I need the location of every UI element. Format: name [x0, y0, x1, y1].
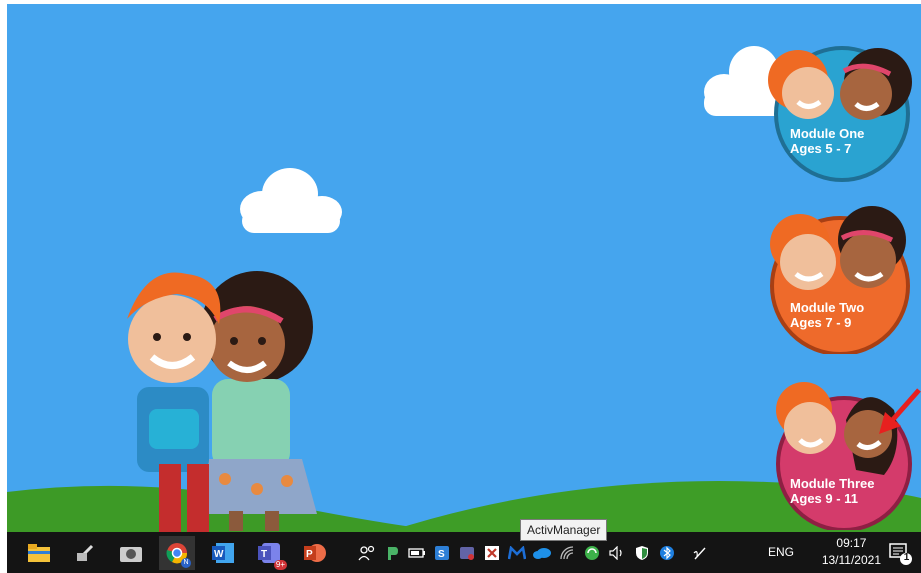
clock-date: 13/11/2021	[821, 553, 881, 567]
security-icon[interactable]	[632, 543, 651, 563]
camera-icon[interactable]	[113, 536, 149, 570]
close-tray-icon[interactable]	[482, 543, 501, 563]
red-arrow-icon	[879, 388, 921, 434]
malwarebytes-icon[interactable]	[507, 543, 526, 563]
green-sync-icon[interactable]	[582, 543, 601, 563]
file-explorer-icon[interactable]	[21, 536, 57, 570]
notification-count: 1	[903, 552, 910, 563]
bluetooth-icon[interactable]	[657, 543, 676, 563]
svg-text:W: W	[214, 549, 224, 560]
module-one-button[interactable]: Module One Ages 5 - 7	[764, 38, 914, 184]
people-icon[interactable]	[357, 543, 376, 563]
notification-center-button[interactable]: 1	[887, 540, 913, 566]
activmanager-tooltip: ActivManager	[520, 519, 608, 541]
volume-icon[interactable]	[607, 543, 626, 563]
teams-icon[interactable]: T 9+	[251, 536, 287, 570]
module-one-art	[768, 46, 912, 182]
taskbar: N W T 9+ P S ENG 09:17 13/11/2021 1	[7, 532, 921, 573]
svg-text:P: P	[306, 549, 313, 560]
pen-icon[interactable]	[690, 543, 709, 563]
word-icon[interactable]: W	[205, 536, 241, 570]
powerpoint-icon[interactable]: P	[297, 536, 333, 570]
desktop-wallpaper: Module One Ages 5 - 7 Module Two Ages 7 …	[7, 4, 921, 532]
clock-time: 09:17	[836, 536, 867, 550]
module-one-title: Module One	[790, 126, 865, 141]
cloud	[240, 168, 342, 233]
module-one-ages: Ages 5 - 7	[790, 141, 852, 156]
module-two-art	[770, 206, 910, 354]
module-two-ages: Ages 7 - 9	[790, 315, 852, 330]
teams-badge: 9+	[273, 559, 287, 570]
onedrive-icon[interactable]	[532, 543, 551, 563]
module-two-title: Module Two	[790, 300, 865, 315]
svg-text:T: T	[261, 549, 267, 560]
pushbullet-icon[interactable]	[382, 543, 401, 563]
sync-icon[interactable]: S	[432, 543, 451, 563]
module-three-ages: Ages 9 - 11	[790, 491, 858, 506]
teams-tray-icon[interactable]	[457, 543, 476, 563]
battery-icon[interactable]	[407, 543, 426, 563]
wifi-icon[interactable]	[557, 543, 576, 563]
clock[interactable]: 09:17 13/11/2021	[822, 535, 881, 569]
screen: Module One Ages 5 - 7 Module Two Ages 7 …	[0, 0, 921, 573]
snipping-tool-icon[interactable]	[67, 536, 103, 570]
module-three-title: Module Three	[790, 476, 875, 491]
language-indicator[interactable]: ENG	[768, 545, 794, 559]
chrome-icon[interactable]: N	[159, 535, 195, 570]
module-two-button[interactable]: Module Two Ages 7 - 9	[764, 204, 914, 354]
svg-text:S: S	[438, 549, 445, 560]
children-illustration	[127, 271, 317, 532]
